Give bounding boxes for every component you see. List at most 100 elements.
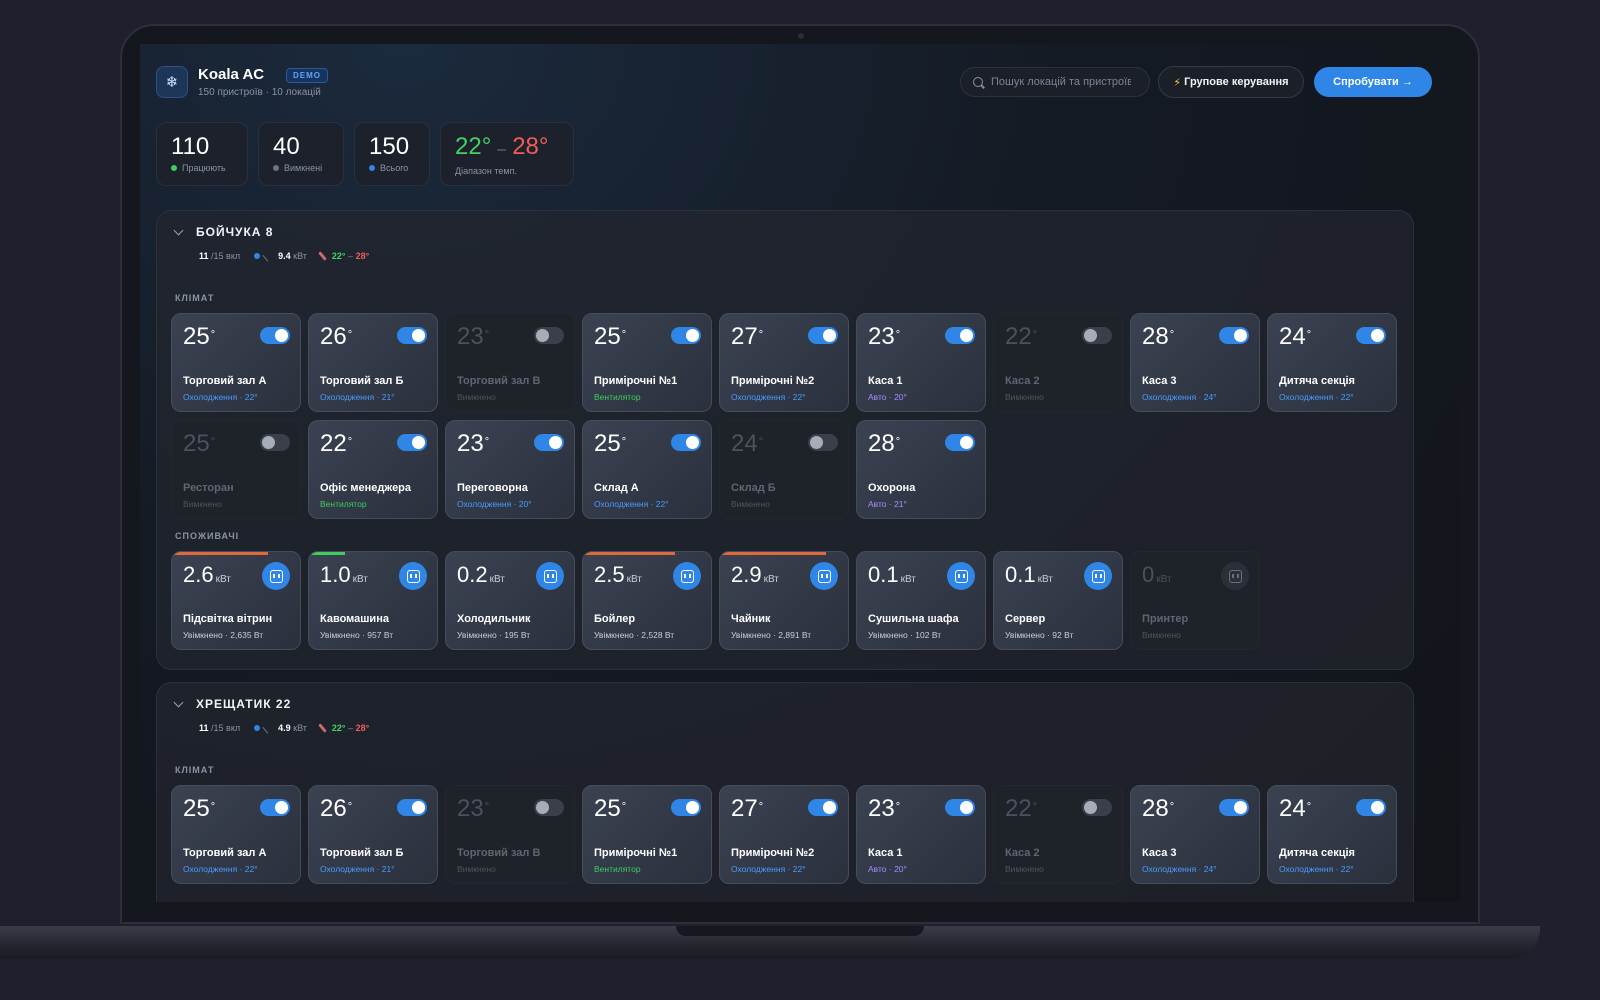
devices-total: /15 вкл bbox=[211, 251, 241, 261]
climate-card[interactable]: 26° Торговий зал Б Охолодження · 21° bbox=[308, 313, 438, 412]
power-toggle[interactable] bbox=[1219, 799, 1249, 816]
kw-unit: кВт bbox=[215, 574, 231, 585]
device-status: Увімкнено · 2,635 Вт bbox=[183, 630, 264, 640]
climate-card[interactable]: 25° Примірочні №1 Вентилятор bbox=[582, 785, 712, 884]
search-input[interactable] bbox=[991, 76, 1131, 88]
power-toggle[interactable] bbox=[671, 799, 701, 816]
stat-off: 40 Вимкнені bbox=[258, 122, 344, 186]
degree-sign: ° bbox=[347, 801, 353, 813]
device-status: Вентилятор bbox=[594, 392, 641, 402]
outlet-button[interactable] bbox=[262, 562, 290, 590]
chevron-down-icon[interactable] bbox=[173, 697, 184, 707]
outlet-button[interactable] bbox=[399, 562, 427, 590]
outlet-button[interactable] bbox=[1221, 562, 1249, 590]
device-status: Охолодження · 22° bbox=[731, 392, 806, 402]
temperature-value: 23° bbox=[457, 795, 489, 823]
climate-card[interactable]: 23° Каса 1 Авто · 20° bbox=[856, 785, 986, 884]
climate-card[interactable]: 28° Каса 3 Охолодження · 24° bbox=[1130, 785, 1260, 884]
climate-card[interactable]: 24° Дитяча секція Охолодження · 22° bbox=[1267, 785, 1397, 884]
search-box[interactable] bbox=[960, 67, 1150, 97]
climate-card[interactable]: 28° Охорона Авто · 21° bbox=[856, 420, 986, 519]
climate-card[interactable]: 25° Склад А Охолодження · 22° bbox=[582, 420, 712, 519]
climate-card[interactable]: 25° Примірочні №1 Вентилятор bbox=[582, 313, 712, 412]
power-toggle[interactable] bbox=[1219, 327, 1249, 344]
climate-card[interactable]: 23° Торговий зал В Вимкнено bbox=[445, 313, 575, 412]
power-value: 4.9 bbox=[278, 723, 291, 733]
location-header[interactable]: ХРЕЩАТИК 22 bbox=[173, 697, 291, 711]
climate-card[interactable]: 27° Примірочні №2 Охолодження · 22° bbox=[719, 313, 849, 412]
consumer-card[interactable]: 2.9 кВт Чайник Увімкнено · 2,891 Вт bbox=[719, 551, 849, 650]
climate-card[interactable]: 27° Примірочні №2 Охолодження · 22° bbox=[719, 785, 849, 884]
outlet-button[interactable] bbox=[536, 562, 564, 590]
degree-sign: ° bbox=[210, 436, 216, 448]
device-name: Підсвітка вітрин bbox=[183, 613, 273, 625]
power-toggle[interactable] bbox=[808, 434, 838, 451]
outlet-icon bbox=[680, 569, 694, 583]
device-status: Охолодження · 21° bbox=[320, 864, 395, 874]
load-bar bbox=[583, 552, 676, 555]
climate-card[interactable]: 23° Переговорна Охолодження · 20° bbox=[445, 420, 575, 519]
power-toggle[interactable] bbox=[534, 799, 564, 816]
group-control-button[interactable]: ⚡ Групове керування bbox=[1158, 66, 1304, 98]
power-toggle[interactable] bbox=[671, 327, 701, 344]
temperature-number: 22 bbox=[1005, 795, 1032, 822]
power-toggle[interactable] bbox=[260, 434, 290, 451]
chevron-down-icon[interactable] bbox=[173, 225, 184, 235]
power-toggle[interactable] bbox=[534, 434, 564, 451]
kw-unit: кВт bbox=[489, 574, 505, 585]
power-toggle[interactable] bbox=[397, 799, 427, 816]
kw-unit: кВт bbox=[626, 574, 642, 585]
climate-card[interactable]: 26° Торговий зал Б Охолодження · 21° bbox=[308, 785, 438, 884]
temperature-number: 26 bbox=[320, 323, 347, 350]
consumer-card[interactable]: 0.2 кВт Холодильник Увімкнено · 195 Вт bbox=[445, 551, 575, 650]
climate-card[interactable]: 25° Ресторан Вимкнено bbox=[171, 420, 301, 519]
temperature-value: 25° bbox=[594, 795, 626, 823]
climate-card[interactable]: 22° Каса 2 Вимкнено bbox=[993, 785, 1123, 884]
power-toggle[interactable] bbox=[397, 327, 427, 344]
device-name: Торговий зал А bbox=[183, 375, 267, 387]
power-toggle[interactable] bbox=[397, 434, 427, 451]
power-toggle[interactable] bbox=[1356, 327, 1386, 344]
climate-card[interactable]: 25° Торговий зал А Охолодження · 22° bbox=[171, 785, 301, 884]
temperature-value: 25° bbox=[594, 323, 626, 351]
device-status: Вимкнено bbox=[457, 392, 496, 402]
outlet-button[interactable] bbox=[947, 562, 975, 590]
climate-card[interactable]: 23° Торговий зал В Вимкнено bbox=[445, 785, 575, 884]
climate-card[interactable]: 24° Склад Б Вимкнено bbox=[719, 420, 849, 519]
consumer-card[interactable]: 1.0 кВт Кавомашина Увімкнено · 957 Вт bbox=[308, 551, 438, 650]
power-toggle[interactable] bbox=[1082, 327, 1112, 344]
degree-sign: ° bbox=[210, 801, 216, 813]
climate-card[interactable]: 22° Офіс менеджера Вентилятор bbox=[308, 420, 438, 519]
kw-unit: кВт bbox=[763, 574, 779, 585]
power-toggle[interactable] bbox=[671, 434, 701, 451]
power-toggle[interactable] bbox=[808, 327, 838, 344]
power-unit: кВт bbox=[293, 723, 307, 733]
power-toggle[interactable] bbox=[808, 799, 838, 816]
power-toggle[interactable] bbox=[534, 327, 564, 344]
power-toggle[interactable] bbox=[945, 434, 975, 451]
power-toggle[interactable] bbox=[945, 799, 975, 816]
device-name: Дитяча секція bbox=[1279, 847, 1355, 859]
consumer-card[interactable]: 0.1 кВт Сушильна шафа Увімкнено · 102 Вт bbox=[856, 551, 986, 650]
consumer-card[interactable]: 0 кВт Принтер Вимкнено bbox=[1130, 551, 1260, 650]
climate-card[interactable]: 23° Каса 1 Авто · 20° bbox=[856, 313, 986, 412]
climate-row: 25° Торговий зал А Охолодження · 22° 26° Тор… bbox=[171, 785, 1397, 884]
climate-card[interactable]: 24° Дитяча секція Охолодження · 22° bbox=[1267, 313, 1397, 412]
power-toggle[interactable] bbox=[1356, 799, 1386, 816]
outlet-button[interactable] bbox=[1084, 562, 1112, 590]
consumer-card[interactable]: 0.1 кВт Сервер Увімкнено · 92 Вт bbox=[993, 551, 1123, 650]
outlet-button[interactable] bbox=[673, 562, 701, 590]
consumer-card[interactable]: 2.6 кВт Підсвітка вітрин Увімкнено · 2,635 … bbox=[171, 551, 301, 650]
try-button[interactable]: Спробувати → bbox=[1314, 67, 1432, 97]
power-toggle[interactable] bbox=[260, 327, 290, 344]
power-toggle[interactable] bbox=[1082, 799, 1112, 816]
outlet-button[interactable] bbox=[810, 562, 838, 590]
climate-card[interactable]: 22° Каса 2 Вимкнено bbox=[993, 313, 1123, 412]
power-toggle[interactable] bbox=[260, 799, 290, 816]
power-toggle[interactable] bbox=[945, 327, 975, 344]
location-khreshchatyk: ХРЕЩАТИК 22 11 /15 вкл 4.9 кВт 22° – 28°… bbox=[156, 682, 1414, 902]
consumer-card[interactable]: 2.5 кВт Бойлер Увімкнено · 2,528 Вт bbox=[582, 551, 712, 650]
climate-card[interactable]: 25° Торговий зал А Охолодження · 22° bbox=[171, 313, 301, 412]
climate-card[interactable]: 28° Каса 3 Охолодження · 24° bbox=[1130, 313, 1260, 412]
location-header[interactable]: БОЙЧУКА 8 bbox=[173, 225, 273, 239]
